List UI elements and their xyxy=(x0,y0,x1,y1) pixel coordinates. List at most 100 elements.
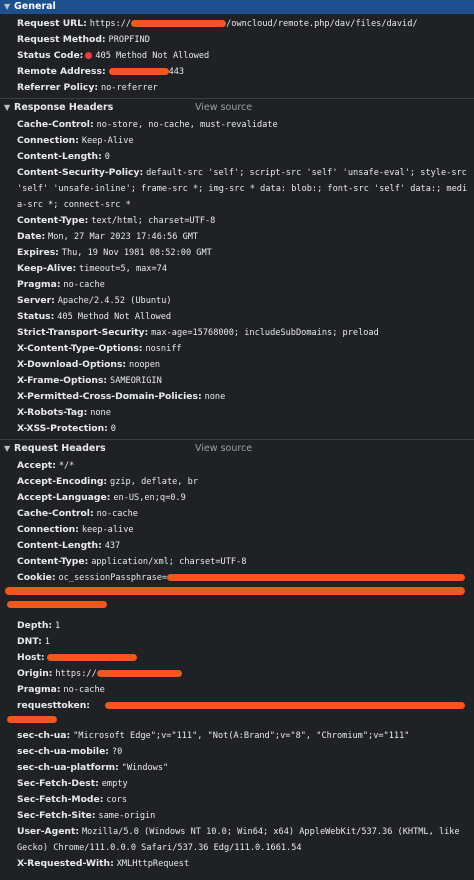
view-source-link[interactable]: View source xyxy=(195,101,252,115)
header-row: Origin: https:// xyxy=(17,666,468,682)
header-row: User-Agent: Mozilla/5.0 (Windows NT 10.0… xyxy=(17,824,468,856)
header-row: Accept: */* xyxy=(17,458,468,474)
header-row: X-XSS-Protection: 0 xyxy=(17,421,468,437)
general-section-header[interactable]: ▼ General xyxy=(0,0,474,14)
header-value: Keep-Alive xyxy=(81,136,134,146)
header-row: X-Download-Options: noopen xyxy=(17,357,468,373)
header-row-cookie: Cookie: oc_sessionPassphrase= xyxy=(5,570,468,618)
general-rows: Request URL: https:// /owncloud/remote.ph… xyxy=(0,14,474,96)
header-value: 437 xyxy=(104,541,121,551)
header-value: Mozilla/5.0 (Windows NT 10.0; Win64; x64… xyxy=(17,827,460,853)
header-key: X-XSS-Protection: xyxy=(17,423,108,434)
header-row: Sec-Fetch-Site: same-origin xyxy=(17,808,468,824)
header-key: Strict-Transport-Security: xyxy=(17,327,149,338)
header-value: same-origin xyxy=(98,811,156,821)
view-source-link[interactable]: View source xyxy=(195,442,252,456)
header-value: text/html; charset=UTF-8 xyxy=(91,216,216,226)
header-key: Content-Length: xyxy=(17,540,102,551)
header-row: Date: Mon, 27 Mar 2023 17:46:56 GMT xyxy=(17,229,468,245)
header-key: Connection: xyxy=(17,524,79,535)
header-row: Content-Type: application/xml; charset=U… xyxy=(17,554,468,570)
header-row: X-Robots-Tag: none xyxy=(17,405,468,421)
header-value: https:// xyxy=(89,19,132,29)
header-value: cors xyxy=(106,795,127,805)
redaction-mark xyxy=(47,654,138,661)
header-row: Sec-Fetch-Dest: empty xyxy=(17,776,468,792)
header-value: 443 xyxy=(168,67,185,77)
header-value: en-US,en;q=0.9 xyxy=(113,493,186,503)
header-value: application/xml; charset=UTF-8 xyxy=(91,557,247,567)
header-value: 0 xyxy=(104,152,110,162)
header-key: X-Requested-With: xyxy=(17,858,114,869)
header-key: Sec-Fetch-Mode: xyxy=(17,794,104,805)
header-row: Keep-Alive: timeout=5, max=74 xyxy=(17,261,468,277)
header-key: Sec-Fetch-Site: xyxy=(17,810,96,821)
collapse-triangle-icon[interactable]: ▼ xyxy=(4,101,14,115)
header-row: Content-Length: 437 xyxy=(17,538,468,554)
header-value: 405 Method Not Allowed xyxy=(95,51,210,61)
header-key: Status Code: xyxy=(17,50,84,61)
header-value: none xyxy=(204,392,226,402)
header-key: DNT: xyxy=(17,636,42,647)
header-key: Content-Type: xyxy=(17,556,89,567)
header-value: nosniff xyxy=(145,344,182,354)
header-key: Request URL: xyxy=(17,18,87,29)
header-value: SAMEORIGIN xyxy=(110,376,162,386)
header-key: Accept: xyxy=(17,460,56,471)
request-header-rows: Accept: */* Accept-Encoding: gzip, defla… xyxy=(0,456,474,872)
header-value: 405 Method Not Allowed xyxy=(57,312,172,322)
header-value: 0 xyxy=(110,424,116,434)
header-value: noopen xyxy=(129,360,161,370)
header-key: X-Robots-Tag: xyxy=(17,407,88,418)
header-row: Pragma: no-cache xyxy=(17,682,468,698)
header-key: sec-ch-ua-mobile: xyxy=(17,746,109,757)
header-key: X-Content-Type-Options: xyxy=(17,343,143,354)
header-key: Referrer Policy: xyxy=(17,82,99,93)
header-value: 1 xyxy=(44,637,50,647)
redaction-mark xyxy=(167,574,465,581)
header-key: X-Frame-Options: xyxy=(17,375,108,386)
header-value: timeout=5, max=74 xyxy=(79,264,168,274)
header-row: DNT: 1 xyxy=(17,634,468,650)
header-key: Pragma: xyxy=(17,684,61,695)
request-headers-section-header[interactable]: ▼ Request Headers View source xyxy=(0,442,474,456)
general-row-remote-address: Remote Address: 443 xyxy=(17,64,468,80)
header-value: no-store, no-cache, must-revalidate xyxy=(96,120,278,130)
header-key: Sec-Fetch-Dest: xyxy=(17,778,99,789)
header-row: X-Frame-Options: SAMEORIGIN xyxy=(17,373,468,389)
header-key: X-Download-Options: xyxy=(17,359,127,370)
redaction-mark xyxy=(105,702,465,709)
header-row: Connection: keep-alive xyxy=(17,522,468,538)
response-headers-section-header[interactable]: ▼ Response Headers View source xyxy=(0,101,474,115)
header-row: sec-ch-ua-mobile: ?0 xyxy=(17,744,468,760)
header-row: Content-Security-Policy: default-src 'se… xyxy=(17,165,468,213)
header-key: Date: xyxy=(17,231,46,242)
header-key: Origin: xyxy=(17,668,53,679)
header-value: gzip, deflate, br xyxy=(110,477,198,487)
header-value: no-cache xyxy=(96,509,138,519)
header-value: none xyxy=(90,408,111,418)
header-key: sec-ch-ua-platform: xyxy=(17,762,119,773)
header-row: Accept-Language: en-US,en;q=0.9 xyxy=(17,490,468,506)
header-row: X-Permitted-Cross-Domain-Policies: none xyxy=(17,389,468,405)
header-value: PROPFIND xyxy=(108,35,150,45)
header-key: Request Method: xyxy=(17,34,106,45)
header-value: oc_sessionPassphrase= xyxy=(58,573,168,583)
header-value: max-age=15768000; includeSubDomains; pre… xyxy=(151,328,379,338)
header-key: Pragma: xyxy=(17,279,61,290)
header-row: Content-Type: text/html; charset=UTF-8 xyxy=(17,213,468,229)
header-key: Content-Security-Policy: xyxy=(17,167,144,178)
header-value: ?0 xyxy=(111,747,123,757)
header-row: Server: Apache/2.4.52 (Ubuntu) xyxy=(17,293,468,309)
header-row: Accept-Encoding: gzip, deflate, br xyxy=(17,474,468,490)
header-row: Strict-Transport-Security: max-age=15768… xyxy=(17,325,468,341)
header-value: 1 xyxy=(54,621,61,631)
header-row: X-Requested-With: XMLHttpRequest xyxy=(17,856,468,872)
header-value: "Microsoft Edge";v="111", "Not(A:Brand";… xyxy=(73,731,410,741)
collapse-triangle-icon[interactable]: ▼ xyxy=(4,442,14,456)
header-row: Cache-Control: no-store, no-cache, must-… xyxy=(17,117,468,133)
header-value: Thu, 19 Nov 1981 08:52:00 GMT xyxy=(61,248,212,258)
collapse-triangle-icon[interactable]: ▼ xyxy=(4,0,14,14)
header-value: "Windows" xyxy=(121,763,169,773)
header-value: /owncloud/remote.php/dav/files/david/ xyxy=(226,19,418,29)
